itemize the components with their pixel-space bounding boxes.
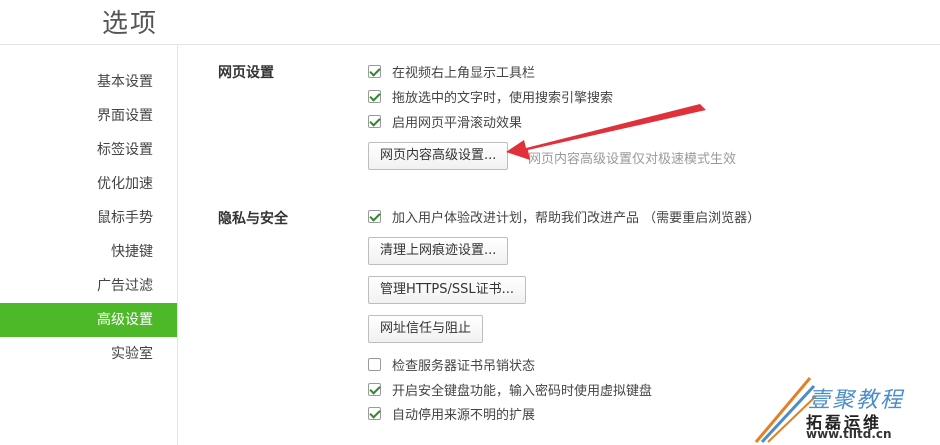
watermark: 壹聚教程 拓磊运维 www.tlltd.cn (748, 372, 940, 445)
watermark-line3: www.tlltd.cn (806, 427, 892, 441)
